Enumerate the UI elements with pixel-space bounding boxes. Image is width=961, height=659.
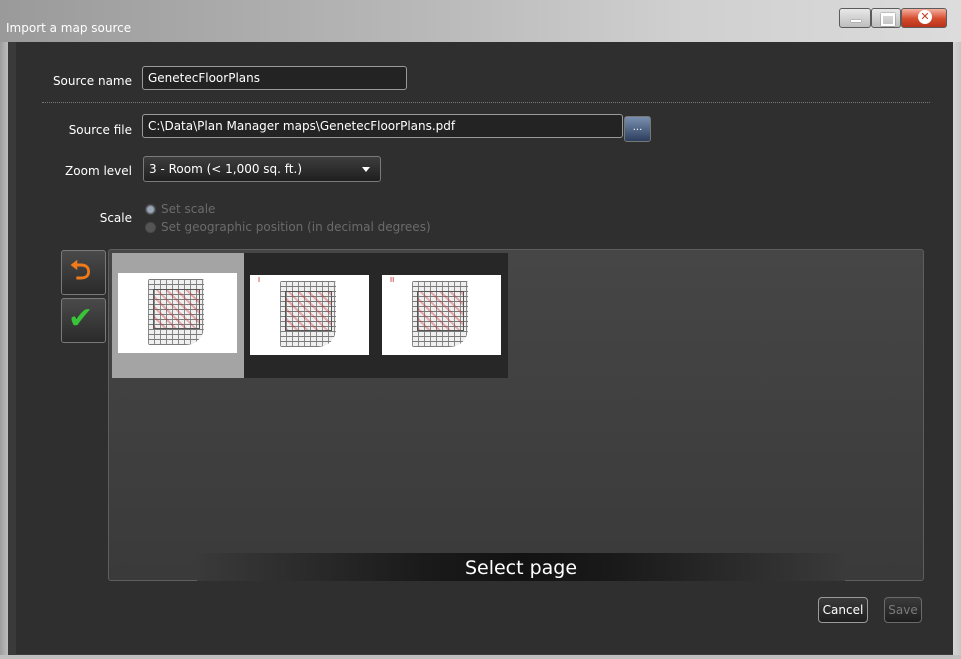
- floor-plan-drawing: [148, 279, 204, 345]
- undo-button[interactable]: ⮌: [61, 250, 106, 295]
- window-frame-bottom: [0, 655, 961, 659]
- cancel-button[interactable]: Cancel: [818, 597, 868, 623]
- page-mark: I: [258, 276, 261, 284]
- radio-unchecked-icon: [145, 222, 156, 233]
- browse-button[interactable]: ...: [624, 116, 651, 142]
- floor-plan-image: II: [382, 275, 501, 355]
- checkmark-icon: ✔: [68, 301, 94, 336]
- floor-plan-image: I: [250, 275, 369, 355]
- accept-button[interactable]: ✔: [61, 298, 106, 343]
- close-button[interactable]: ✕: [901, 8, 947, 28]
- window-title: Import a map source: [6, 21, 132, 35]
- page-thumbnail-2[interactable]: I: [244, 253, 376, 378]
- minimize-icon[interactable]: [839, 8, 871, 28]
- page-mark: II: [390, 276, 395, 284]
- close-icon: ✕: [918, 10, 932, 24]
- undo-arrow-icon: ⮌: [70, 256, 91, 286]
- source-file-input[interactable]: C:\Data\Plan Manager maps\GenetecFloorPl…: [142, 114, 623, 138]
- page-thumbnail-1[interactable]: [112, 253, 244, 378]
- scale-label: Scale: [99, 211, 132, 225]
- zoom-level-dropdown[interactable]: 3 - Room (< 1,000 sq. ft.): [143, 156, 381, 182]
- zoom-level-label: Zoom level: [65, 164, 132, 178]
- floor-plan-drawing: [280, 281, 336, 347]
- source-name-input[interactable]: GenetecFloorPlans: [142, 66, 407, 90]
- title-bar[interactable]: Import a map source ✕: [0, 0, 961, 42]
- zoom-level-value: 3 - Room (< 1,000 sq. ft.): [149, 162, 303, 176]
- save-button[interactable]: Save: [884, 597, 922, 623]
- chevron-down-icon: [362, 167, 370, 172]
- floor-plan-drawing: [412, 281, 468, 347]
- import-map-source-window: Import a map source ✕ Source name Genete…: [0, 0, 961, 659]
- scale-radio-set-scale[interactable]: Set scale: [145, 201, 215, 217]
- separator: [42, 102, 930, 103]
- window-frame-left: [0, 42, 8, 659]
- source-name-label: Source name: [52, 74, 132, 88]
- scale-radio-geo-position[interactable]: Set geographic position (in decimal degr…: [145, 219, 431, 235]
- source-file-label: Source file: [68, 123, 132, 137]
- window-frame-right: [953, 42, 961, 659]
- floor-plan-image: [118, 273, 237, 353]
- page-thumbnail-3[interactable]: II: [376, 253, 508, 378]
- radio-checked-icon: [145, 204, 156, 215]
- select-page-banner: Select page: [197, 553, 845, 581]
- maximize-icon[interactable]: [871, 8, 901, 28]
